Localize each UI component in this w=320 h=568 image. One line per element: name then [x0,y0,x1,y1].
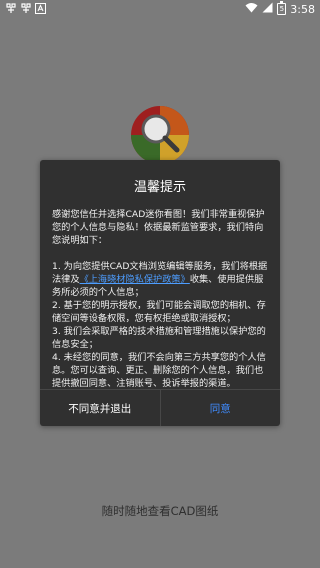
dialog-body: 感谢您信任并选择CAD迷你看图！我们非常重视保护您的个人信息与隐私！依据最新监管… [52,208,270,390]
notification-icon [35,2,46,18]
status-bar-left [5,2,46,18]
app-logo [129,104,191,166]
wifi-icon [245,2,258,16]
dialog-title: 温馨提示 [133,180,186,195]
dialog-intro: 感谢您信任并选择CAD迷你看图！我们非常重视保护您的个人信息与隐私！依据最新监管… [52,209,265,246]
battery-level: 5 [279,5,285,13]
disagree-exit-button[interactable]: 不同意并退出 [40,390,161,426]
status-bar-right: 5 3:58 [245,1,315,16]
privacy-dialog: 温馨提示 感谢您信任并选择CAD迷你看图！我们非常重视保护您的个人信息与隐私！依… [40,160,280,426]
app-tagline: 随时随地查看CAD图纸 [101,504,219,518]
dialog-item-3: 3. 我们会采取严格的技术措施和管理措施以保护您的信息安全； [52,326,266,350]
status-bar: 5 3:58 [0,0,320,20]
agree-button[interactable]: 同意 [161,390,281,426]
dialog-item-2: 2. 基于您的明示授权，我们可能会调取您的相机、存储空间等设备权限，您有权拒绝或… [52,300,266,324]
signal-icon [262,2,273,16]
dialog-item-4: 4. 未经您的同意，我们不会向第三方共享您的个人信息。您可以查询、更正、删除您的… [52,352,266,389]
notification-icon [20,2,32,18]
dialog-item-1: 1. 为向您提供CAD文档浏览编辑等服务，我们将根据法律及《上海晓材隐私保护政策… [52,260,270,299]
dialog-footer: 不同意并退出 同意 [40,389,280,426]
notification-icon [5,2,17,18]
clock: 3:58 [290,2,315,16]
privacy-policy-link[interactable]: 《上海晓材隐私保护政策》 [80,274,190,285]
battery-icon: 5 [277,1,287,15]
